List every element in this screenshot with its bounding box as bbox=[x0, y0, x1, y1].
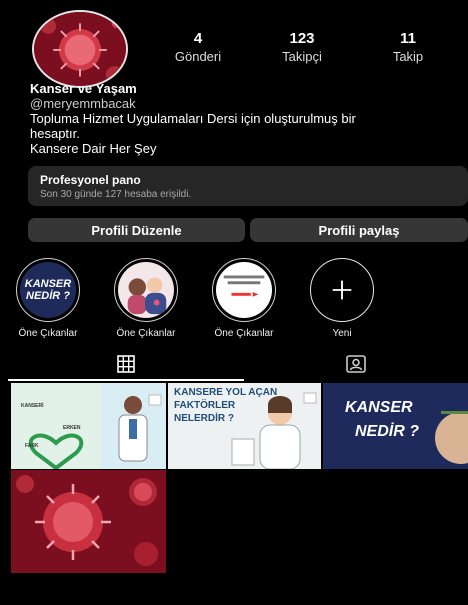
highlight-label: Öne Çıkanlar bbox=[116, 328, 176, 339]
post-title: KANSERE YOL AÇAN bbox=[174, 387, 278, 398]
plus-icon bbox=[314, 262, 370, 318]
following-label: Takip bbox=[392, 49, 424, 64]
highlight-ring bbox=[212, 258, 276, 322]
stat-following[interactable]: 11 Takip bbox=[363, 30, 453, 64]
profile-avatar[interactable] bbox=[32, 10, 128, 88]
bio-line: Kansere Dair Her Şey bbox=[30, 141, 157, 156]
highlight-cover-text: KANSER bbox=[24, 278, 72, 290]
highlight-label: Yeni bbox=[332, 328, 352, 339]
highlight-item[interactable]: Öne Çıkanlar bbox=[106, 258, 186, 339]
edit-profile-button[interactable]: Profili Düzenle bbox=[28, 218, 245, 242]
dashboard-title: Profesyonel pano bbox=[40, 173, 141, 187]
post-thumbnail[interactable] bbox=[11, 470, 166, 573]
grid-icon bbox=[117, 355, 135, 373]
tab-tagged[interactable] bbox=[244, 350, 468, 378]
posts-count: 4 bbox=[193, 30, 203, 47]
highlight-label: Öne Çıkanlar bbox=[214, 328, 274, 339]
highlight-ring: KANSER NEDİR ? bbox=[16, 258, 80, 322]
post-title: NEDİR ? bbox=[355, 423, 419, 440]
highlight-cover: KANSER NEDİR ? bbox=[20, 262, 76, 318]
highlight-item[interactable]: Öne Çıkanlar bbox=[204, 258, 284, 339]
tab-posts-grid[interactable] bbox=[8, 350, 244, 378]
post-thumbnail[interactable]: KANSERİ ERKEN FARK bbox=[11, 383, 166, 469]
following-count: 11 bbox=[400, 30, 416, 47]
highlight-cover-text: NEDİR ? bbox=[26, 290, 70, 302]
highlight-item[interactable]: KANSER NEDİR ? Öne Çıkanlar bbox=[8, 258, 88, 339]
active-tab-indicator bbox=[8, 379, 244, 381]
professional-dashboard[interactable]: Profesyonel pano Son 30 günde 127 hesaba… bbox=[28, 166, 468, 206]
post-text: FARK bbox=[25, 443, 39, 449]
post-title: FAKTÖRLER bbox=[174, 400, 236, 411]
dashboard-subtitle: Son 30 günde 127 hesaba erişildi. bbox=[40, 189, 192, 200]
share-profile-button[interactable]: Profili paylaş bbox=[250, 218, 468, 242]
post-thumbnail[interactable]: KANSERE YOL AÇAN FAKTÖRLER NELERDİR ? bbox=[168, 383, 321, 469]
new-highlight[interactable]: Yeni bbox=[302, 258, 382, 339]
bio-line: hesaptır. bbox=[30, 126, 80, 141]
username[interactable]: @meryemmbacak bbox=[30, 96, 460, 111]
profile-screen: 4 Gönderi 123 Takipçi 11 Takip Kanser ve… bbox=[8, 0, 468, 605]
followers-count: 123 bbox=[289, 30, 315, 47]
highlight-cover bbox=[118, 262, 174, 318]
display-name: Kanser ve Yaşam bbox=[30, 81, 137, 96]
stat-posts[interactable]: 4 Gönderi bbox=[153, 30, 243, 64]
profile-bio: Kanser ve Yaşam @meryemmbacak Topluma Hi… bbox=[30, 81, 460, 156]
posts-label: Gönderi bbox=[174, 49, 222, 64]
highlight-ring bbox=[114, 258, 178, 322]
new-highlight-ring bbox=[310, 258, 374, 322]
highlight-label: Öne Çıkanlar bbox=[18, 328, 78, 339]
stat-followers[interactable]: 123 Takipçi bbox=[257, 30, 347, 64]
post-text: ERKEN bbox=[63, 425, 81, 431]
post-title: NELERDİR ? bbox=[174, 413, 234, 424]
post-thumbnail[interactable]: KANSER NEDİR ? bbox=[323, 383, 468, 469]
post-title: KANSER bbox=[345, 399, 413, 416]
highlight-cover bbox=[216, 262, 272, 318]
post-text: KANSERİ bbox=[21, 403, 44, 409]
tagged-icon bbox=[346, 355, 366, 373]
followers-label: Takipçi bbox=[282, 49, 322, 64]
bio-line: Topluma Hizmet Uygulamaları Dersi için o… bbox=[30, 111, 356, 126]
